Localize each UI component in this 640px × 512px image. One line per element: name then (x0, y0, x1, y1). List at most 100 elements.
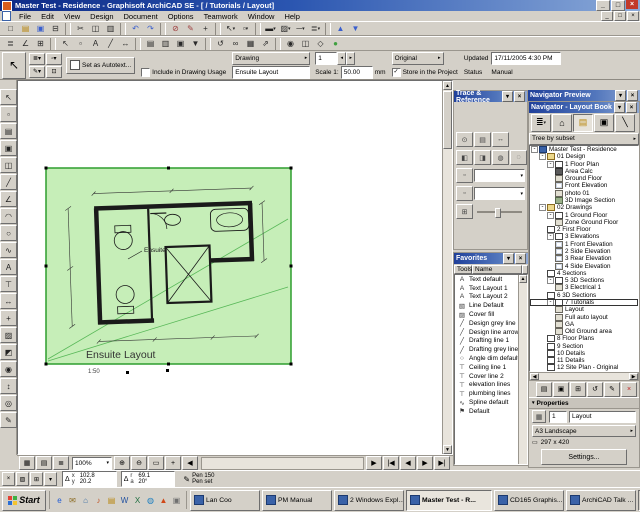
xy-coordinate-box[interactable]: Δ x 102.8 y 20.2 (62, 471, 117, 487)
favorite-angle-dim-default[interactable]: ○ Angle dim default (455, 354, 527, 363)
delete-button[interactable]: × (621, 381, 637, 397)
layout-settings-button[interactable]: Settings... (541, 449, 627, 466)
drawing-number-value[interactable]: 1 (315, 51, 338, 65)
ql-excel-icon[interactable]: X (132, 494, 143, 507)
zoom-in-icon[interactable]: ⊕ (114, 456, 130, 470)
spin-up-icon[interactable]: ▸ (346, 51, 356, 65)
marquee-dd-icon[interactable]: ▫ ▾ (238, 22, 253, 35)
prev-layout-icon[interactable]: ◀ (400, 456, 416, 470)
first-layout-icon[interactable]: |◀ (383, 456, 399, 470)
scale-field[interactable]: 50.00 (340, 65, 373, 79)
arrow-tool[interactable]: ↖ (0, 89, 17, 105)
tree-expander-icon[interactable]: - (547, 211, 554, 219)
project-chooser-button[interactable]: ≣ ▾ (531, 113, 551, 132)
grid-snap-icon[interactable]: ⊞ (30, 472, 43, 486)
dimension-icon[interactable]: ↔ (118, 37, 133, 50)
tree-expander-icon[interactable]: - (539, 204, 546, 212)
favorite-elevation-lines[interactable]: ⊤ elevation lines (455, 381, 527, 390)
tree-item-1-ground-floor[interactable]: - 1 Ground Floor (530, 211, 638, 219)
taskbar-button-master-test-r[interactable]: Master Test - R... (406, 489, 492, 511)
menu-options[interactable]: Options (163, 12, 199, 21)
layout-book-icon[interactable]: ▤ (573, 113, 593, 132)
tree-expander-icon[interactable]: - (547, 233, 554, 241)
current-tool-button[interactable]: ↖ (2, 51, 26, 79)
favorites-col-name[interactable]: Name (472, 264, 522, 274)
reference-layer-dropdown[interactable]: ▾ (474, 187, 525, 200)
frame-mini-dd[interactable]: ▫▾ (46, 52, 62, 65)
polyline-tool[interactable]: ∠ (0, 191, 17, 207)
dropdown-arrow-icon[interactable]: ▾ (246, 26, 249, 32)
new-icon[interactable]: □ (3, 22, 18, 35)
taskbar-button-archicad-talk[interactable]: ArchiCAD Talk ... (566, 489, 636, 511)
dropdown-arrow-icon[interactable]: ▾ (273, 26, 276, 32)
ql-browser-icon[interactable]: e (54, 494, 65, 507)
spline-tool[interactable]: ∿ (0, 242, 17, 258)
trace-toggle-button[interactable]: ⊙ (456, 132, 473, 147)
pen-icon[interactable]: ✎ (183, 22, 198, 35)
detail-tool[interactable]: ◎ (0, 395, 17, 411)
reference-toggle-button[interactable]: ▤ (474, 132, 491, 147)
tree-expander-icon[interactable]: - (547, 298, 554, 306)
taskbar-button-pm-manual[interactable]: PM Manual (262, 489, 332, 511)
favorite-default[interactable]: ⚑ Default (455, 407, 527, 416)
tree-item-4-side-elevation[interactable]: 4 Side Elevation (530, 262, 638, 270)
navigator-preview-titlebar[interactable]: Navigator Preview ▾ × (528, 90, 640, 101)
scrollbar-thumb[interactable] (206, 458, 296, 467)
favorites-scrollbar[interactable]: ▲ (518, 275, 527, 464)
tree-expander-icon[interactable]: - (547, 277, 554, 285)
grid-icon[interactable]: ⊞ (33, 37, 48, 50)
tree-item-02-drawings[interactable]: - 02 Drawings (530, 204, 638, 212)
tree-item-9-section[interactable]: 9 Section (530, 342, 638, 350)
tree-item-3-elevations[interactable]: - 3 Elevations (530, 233, 638, 241)
paste-icon[interactable]: ▥ (103, 22, 118, 35)
dropdown-arrow-icon[interactable]: ▾ (318, 26, 321, 32)
menu-view[interactable]: View (59, 12, 85, 21)
scrollbar-thumb[interactable] (443, 91, 452, 149)
palette-close-icon[interactable]: × (626, 102, 637, 113)
ql-globe-icon[interactable]: ◍ (145, 494, 156, 507)
menu-file[interactable]: File (14, 12, 36, 21)
tree-item-2-side-elevation[interactable]: 2 Side Elevation (530, 247, 638, 255)
tree-item-zone-ground-floor[interactable]: Zone Ground Floor (530, 218, 638, 226)
home-icon[interactable]: ⌂ (552, 113, 572, 132)
new-layout-button[interactable]: ▣ (553, 381, 569, 397)
tree-item-5-3d-sections[interactable]: - 5 3D Sections (530, 277, 638, 285)
switch-reference-button[interactable]: ↔ (492, 132, 509, 147)
scroll-right-icon[interactable]: ▶ (366, 456, 382, 470)
scroll-right-icon[interactable]: ▶ (629, 373, 638, 381)
store-project-checkbox[interactable]: ✓ Store in the Project (391, 67, 458, 77)
list-view-icon[interactable]: ≣ (53, 456, 69, 470)
tree-item-ga[interactable]: GA (530, 320, 638, 328)
layout-canvas[interactable]: Ensuite Ensuite Layout 1:50 ▲ ▼ (17, 80, 453, 455)
update-drawing-icon[interactable]: ↺ (213, 37, 228, 50)
dropdown-arrow-icon[interactable]: ▾ (302, 26, 305, 32)
window-titlebar[interactable]: Master Test - Residence - Graphisoft Arc… (0, 0, 640, 11)
dropdown-arrow-icon[interactable]: ▾ (544, 120, 547, 126)
layout-view-icon[interactable]: ▤ (36, 456, 52, 470)
palette-close-icon[interactable]: × (515, 253, 526, 264)
tree-item-full-auto-layout[interactable]: Full auto layout (530, 313, 638, 321)
palette-menu-icon[interactable]: ▾ (615, 90, 626, 101)
dropdown-arrow-icon[interactable]: ▾ (288, 26, 291, 32)
redo-icon[interactable]: ↷ (143, 22, 158, 35)
scroll-left-icon[interactable]: ◀ (182, 456, 198, 470)
horizontal-scrollbar[interactable] (201, 456, 364, 470)
new-drawing-button[interactable]: ⊞ (570, 381, 586, 397)
figure-tool[interactable]: ▣ (0, 140, 17, 156)
menu-document[interactable]: Document (119, 12, 163, 21)
restore-button[interactable]: □ (611, 0, 625, 11)
dropdown-arrow-icon[interactable]: ▾ (233, 26, 236, 32)
taskbar-button-2-windows-expl[interactable]: 2 Windows Expl...▾ (334, 489, 404, 511)
checkbox-icon[interactable] (141, 67, 151, 77)
scroll-left-icon[interactable]: ◀ (530, 373, 539, 381)
favorite-cover-line-2[interactable]: ⊤ Cover line 2 (455, 372, 527, 381)
tree-item-photo-01[interactable]: photo 01 (530, 189, 638, 197)
story-down-icon[interactable]: ▼ (348, 22, 363, 35)
hatch-origin-icon[interactable]: ▨ (16, 472, 29, 486)
tree-item-layout[interactable]: Layout (530, 306, 638, 314)
pen-set-icon[interactable]: ▦ (19, 456, 35, 470)
favorite-drafting-line-1[interactable]: ╱ Drafting line 1 (455, 337, 527, 346)
tree-item-10-details[interactable]: 10 Details (530, 349, 638, 357)
pen-mini-dd[interactable]: ✎▾ (29, 65, 45, 78)
line-tool[interactable]: ╱ (0, 174, 17, 190)
